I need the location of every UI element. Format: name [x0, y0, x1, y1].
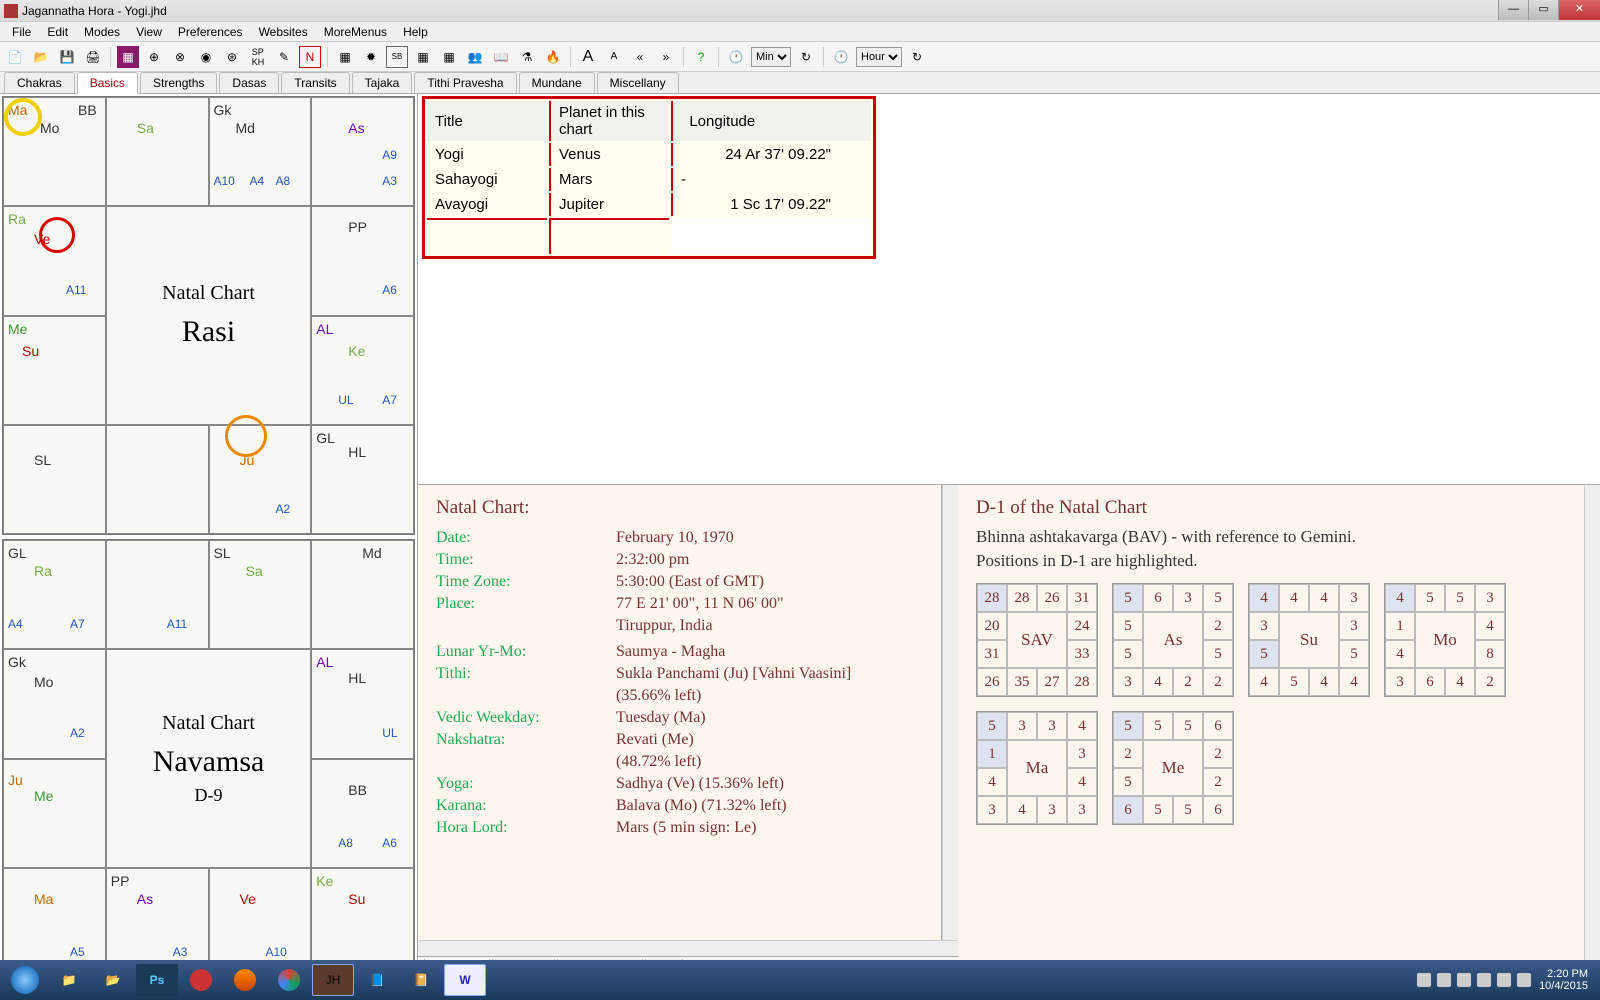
tab-transits[interactable]: Transits	[281, 72, 349, 93]
chart-icon-2[interactable]: ✹	[360, 46, 382, 68]
title-bar: Jagannatha Hora - Yogi.jhd — ▭ ✕	[0, 0, 1600, 22]
tab-dasas[interactable]: Dasas	[219, 72, 279, 93]
tool-icon-1[interactable]: ▦	[117, 46, 139, 68]
chart-icon-4[interactable]: ▦	[412, 46, 434, 68]
time-unit-select-1[interactable]: Min	[751, 47, 791, 67]
rasi-chart[interactable]: MaMoBBSaGkMdA8A10A4AsA9A3RaVeA11PPA6MeSu…	[2, 96, 415, 535]
font-large-icon[interactable]: A	[577, 46, 599, 68]
menu-websites[interactable]: Websites	[251, 23, 316, 41]
go-icon-2[interactable]: ↻	[906, 46, 928, 68]
open-icon[interactable]: 📂	[30, 46, 52, 68]
app-icon	[4, 4, 18, 18]
taskbar-folder[interactable]: 📂	[92, 964, 134, 996]
tab-chakras[interactable]: Chakras	[4, 72, 75, 93]
tab-strengths[interactable]: Strengths	[140, 72, 217, 93]
tool-icon-5[interactable]: ⊛	[221, 46, 243, 68]
taskbar-chrome[interactable]	[268, 964, 310, 996]
tab-tithi-pravesha[interactable]: Tithi Pravesha	[414, 72, 516, 93]
tray-icon[interactable]	[1477, 973, 1491, 987]
taskbar-app1[interactable]	[180, 964, 222, 996]
tool-icon-6[interactable]: SPKH	[247, 46, 269, 68]
start-button[interactable]	[4, 964, 46, 996]
tool-icon-4[interactable]: ◉	[195, 46, 217, 68]
clock-icon-2[interactable]: 🕐	[830, 46, 852, 68]
clock-icon-1[interactable]: 🕐	[725, 46, 747, 68]
menu-view[interactable]: View	[128, 23, 170, 41]
taskbar-app3[interactable]: 📔	[400, 964, 442, 996]
tab-mundane[interactable]: Mundane	[519, 72, 595, 93]
tray-icon[interactable]	[1417, 973, 1431, 987]
main-tabstrip: ChakrasBasicsStrengthsDasasTransitsTajak…	[0, 72, 1600, 94]
menu-preferences[interactable]: Preferences	[170, 23, 251, 41]
chart-icon-9[interactable]: 🔥	[542, 46, 564, 68]
go-icon-1[interactable]: ↻	[795, 46, 817, 68]
chart-icon-7[interactable]: 📖	[490, 46, 512, 68]
print-icon[interactable]: 🖨	[82, 46, 104, 68]
chart-icon-8[interactable]: ⚗	[516, 46, 538, 68]
menu-bar: FileEditModesViewPreferencesWebsitesMore…	[0, 22, 1600, 42]
taskbar-firefox[interactable]	[224, 964, 266, 996]
prev-icon[interactable]: «	[629, 46, 651, 68]
window-title: Jagannatha Hora - Yogi.jhd	[22, 4, 167, 18]
yogi-panel: TitlePlanet in this chart LongitudeYogiV…	[418, 94, 1600, 484]
tab-miscellany[interactable]: Miscellany	[597, 72, 679, 93]
tab-tajaka[interactable]: Tajaka	[352, 72, 413, 93]
chart-icon-3[interactable]: SB	[386, 46, 408, 68]
tray-clock[interactable]: 2:20 PM 10/4/2015	[1539, 968, 1588, 992]
taskbar: 📁 📂 Ps JH 📘 📔 W 2:20 PM 10/4/2015	[0, 960, 1600, 1000]
new-icon[interactable]: 📄	[4, 46, 26, 68]
tray-icon[interactable]	[1517, 973, 1531, 987]
taskbar-jhora[interactable]: JH	[312, 964, 354, 996]
taskbar-explorer[interactable]: 📁	[48, 964, 90, 996]
tool-icon-n[interactable]: N	[299, 46, 321, 68]
time-unit-select-2[interactable]: Hour	[856, 47, 902, 67]
menu-modes[interactable]: Modes	[76, 23, 128, 41]
chart-icon-5[interactable]: ▦	[438, 46, 460, 68]
menu-file[interactable]: File	[4, 23, 39, 41]
chart-icon-1[interactable]: ▦	[334, 46, 356, 68]
tool-icon-7[interactable]: ✎	[273, 46, 295, 68]
tool-icon-3[interactable]: ⊗	[169, 46, 191, 68]
scrollbar-horizontal[interactable]	[418, 940, 958, 956]
scrollbar-vertical[interactable]	[942, 485, 958, 940]
tray-icon[interactable]	[1497, 973, 1511, 987]
menu-edit[interactable]: Edit	[39, 23, 76, 41]
menu-moremenus[interactable]: MoreMenus	[316, 23, 395, 41]
tab-basics[interactable]: Basics	[77, 72, 138, 94]
bav-panel: D-1 of the Natal ChartBhinna ashtakavarg…	[958, 485, 1584, 964]
tray-icon[interactable]	[1457, 973, 1471, 987]
font-small-icon[interactable]: A	[603, 46, 625, 68]
taskbar-ps[interactable]: Ps	[136, 964, 178, 996]
taskbar-word[interactable]: W	[444, 964, 486, 996]
maximize-button[interactable]: ▭	[1528, 0, 1558, 20]
close-button[interactable]: ✕	[1558, 0, 1600, 20]
toolbar: 📄 📂 💾 🖨 ▦ ⊕ ⊗ ◉ ⊛ SPKH ✎ N ▦ ✹ SB ▦ ▦ 👥 …	[0, 42, 1600, 72]
taskbar-app2[interactable]: 📘	[356, 964, 398, 996]
menu-help[interactable]: Help	[395, 23, 436, 41]
natal-info-panel: Natal Chart:Date:February 10, 1970Time:2…	[418, 485, 942, 940]
yogi-table: TitlePlanet in this chart LongitudeYogiV…	[422, 96, 876, 259]
minimize-button[interactable]: —	[1498, 0, 1528, 20]
help-icon[interactable]: ?	[690, 46, 712, 68]
chart-icon-6[interactable]: 👥	[464, 46, 486, 68]
scrollbar-vertical-2[interactable]	[1584, 485, 1600, 964]
tool-icon-2[interactable]: ⊕	[143, 46, 165, 68]
save-icon[interactable]: 💾	[56, 46, 78, 68]
next-icon[interactable]: »	[655, 46, 677, 68]
navamsa-chart[interactable]: GLRaA7A4A11SLSaMdGkMoA2ALHLULJuMeBBA8A6M…	[2, 539, 415, 978]
tray-icon[interactable]	[1437, 973, 1451, 987]
